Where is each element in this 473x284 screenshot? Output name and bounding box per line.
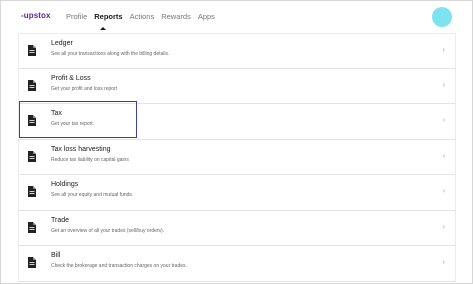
nav-actions[interactable]: Actions xyxy=(130,12,155,21)
main-nav: Profile Reports Actions Rewards Apps xyxy=(66,12,215,21)
top-navigation-bar: -upstox Profile Reports Actions Rewards … xyxy=(1,1,472,32)
chevron-right-icon: › xyxy=(442,47,445,54)
report-title: Trade xyxy=(51,216,70,224)
chevron-right-icon: › xyxy=(442,117,445,124)
report-item-holdings[interactable]: Holdings See all your equity and mutual … xyxy=(18,175,456,211)
document-icon xyxy=(28,150,36,162)
report-item-profit-loss[interactable]: Profit & Loss Get your profit and loss r… xyxy=(18,68,456,104)
document-icon xyxy=(28,221,36,233)
chevron-right-icon: › xyxy=(442,259,445,266)
report-title: Tax loss harvesting xyxy=(51,145,111,153)
nav-rewards[interactable]: Rewards xyxy=(161,12,191,21)
reports-list: Ledger See all your transactions along w… xyxy=(18,33,456,282)
report-title: Tax xyxy=(51,110,62,117)
report-description: See all your equity and mutual funds. xyxy=(51,192,134,198)
report-item-bill[interactable]: Bill Check the brokerage and transaction… xyxy=(18,246,456,282)
report-description: Get an overview of all your trades (sell… xyxy=(51,227,165,234)
nav-profile[interactable]: Profile xyxy=(66,12,87,21)
report-title: Holdings xyxy=(51,181,79,188)
report-title: Bill xyxy=(51,252,61,259)
document-icon xyxy=(28,186,36,197)
upstox-logo[interactable]: -upstox xyxy=(21,11,51,20)
chevron-right-icon: › xyxy=(442,223,445,231)
document-icon xyxy=(28,79,36,91)
document-icon xyxy=(28,45,36,56)
nav-reports[interactable]: Reports xyxy=(94,12,122,21)
report-title: Ledger xyxy=(51,40,73,47)
user-avatar[interactable] xyxy=(432,7,452,27)
report-description: Get your tax report. xyxy=(51,121,95,127)
document-icon xyxy=(28,115,36,126)
report-description: Get your profit and loss report xyxy=(51,85,118,92)
chevron-right-icon: › xyxy=(442,152,445,160)
report-item-ledger[interactable]: Ledger See all your transactions along w… xyxy=(18,33,456,69)
report-description: See all your transactions along with the… xyxy=(51,51,170,57)
report-description: Check the brokerage and transaction char… xyxy=(51,263,187,269)
report-item-trade[interactable]: Trade Get an overview of all your trades… xyxy=(18,210,456,246)
report-item-tax[interactable]: Tax Get your tax report. › xyxy=(18,104,456,140)
report-title: Profit & Loss xyxy=(51,74,91,82)
active-nav-indicator xyxy=(100,27,106,30)
report-description: Reduce tax liability on capital gains xyxy=(51,156,129,163)
chevron-right-icon: › xyxy=(442,81,445,89)
document-icon xyxy=(28,257,36,268)
nav-apps[interactable]: Apps xyxy=(198,12,215,21)
chevron-right-icon: › xyxy=(442,188,445,195)
report-item-tax-loss-harvesting[interactable]: Tax loss harvesting Reduce tax liability… xyxy=(18,139,456,175)
logo-text: upstox xyxy=(23,11,51,20)
